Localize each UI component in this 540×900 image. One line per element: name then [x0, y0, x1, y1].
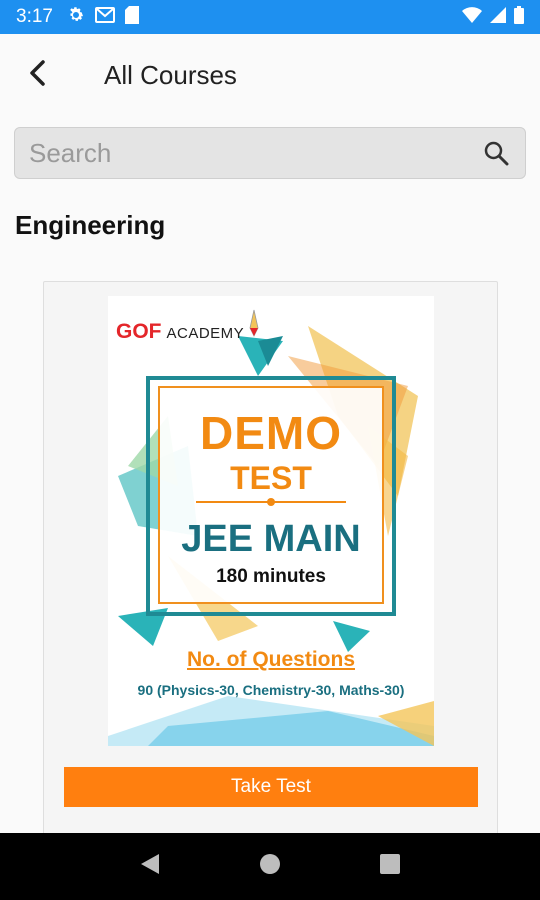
recents-square-icon: [379, 853, 401, 880]
back-arrow-icon: [27, 59, 49, 92]
wifi-icon: [462, 6, 482, 28]
page-title: All Courses: [104, 59, 237, 90]
course-card[interactable]: GOF ACADEMY DEMO TEST JEE MAIN 180 minut…: [43, 281, 498, 841]
system-nav-bar: [0, 833, 540, 900]
poster-questions-detail: 90 (Physics-30, Chemistry-30, Maths-30): [137, 682, 405, 698]
logo-brand: GOF: [116, 320, 162, 343]
search-input[interactable]: [29, 137, 481, 169]
sd-card-icon: [124, 5, 139, 29]
nav-recents-button[interactable]: [370, 847, 410, 887]
search-bar[interactable]: [14, 127, 526, 179]
poster-questions-title: No. of Questions: [187, 648, 355, 671]
poster-exam-name: JEE MAIN: [181, 518, 361, 560]
search-icon[interactable]: [481, 138, 511, 168]
signal-icon: [490, 6, 506, 28]
poster-headline: DEMO: [200, 407, 342, 459]
status-notification-icons: [67, 5, 139, 29]
battery-icon: [514, 5, 524, 29]
poster-divider-dot: [267, 498, 275, 506]
gmail-icon: [94, 6, 115, 28]
back-triangle-icon: [139, 852, 161, 881]
nav-back-button[interactable]: [130, 847, 170, 887]
course-poster[interactable]: GOF ACADEMY DEMO TEST JEE MAIN 180 minut…: [108, 296, 434, 746]
pencil-icon: [246, 308, 262, 343]
status-bar: 3:17: [0, 0, 540, 34]
back-button[interactable]: [8, 45, 68, 105]
gear-icon: [67, 6, 85, 29]
poster-duration: 180 minutes: [216, 566, 326, 587]
status-time: 3:17: [16, 6, 53, 27]
home-circle-icon: [259, 853, 281, 880]
gof-academy-logo: GOF ACADEMY: [116, 308, 262, 344]
nav-home-button[interactable]: [250, 847, 290, 887]
poster-subheadline: TEST: [230, 460, 312, 496]
status-system-icons: [462, 5, 524, 29]
take-test-button[interactable]: Take Test: [64, 767, 478, 807]
section-title: Engineering: [15, 210, 166, 240]
logo-suffix: ACADEMY: [166, 325, 245, 342]
app-bar: All Courses: [0, 34, 540, 116]
